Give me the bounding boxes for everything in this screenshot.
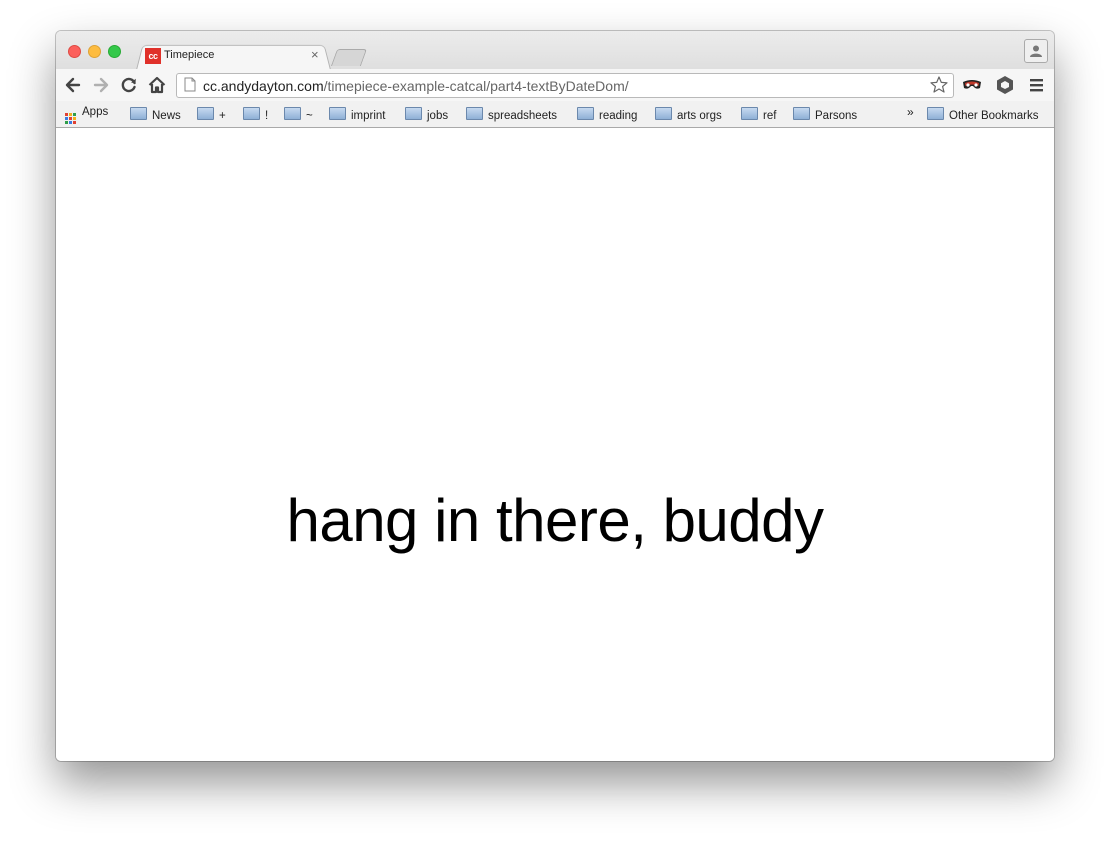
bookmark-folder[interactable]: imprint xyxy=(329,106,386,122)
maximize-window-button[interactable] xyxy=(108,45,121,58)
forward-icon[interactable] xyxy=(90,74,112,96)
bookmark-label: News xyxy=(152,110,181,122)
bookmark-folder[interactable]: spreadsheets xyxy=(466,106,557,122)
folder-icon xyxy=(655,107,672,120)
bookmark-apps[interactable]: Apps xyxy=(65,106,109,124)
bookmark-label: spreadsheets xyxy=(488,110,558,122)
apps-grid-icon xyxy=(65,113,76,124)
bookmark-label: arts orgs xyxy=(677,110,722,122)
bookmark-label: Apps xyxy=(82,106,109,118)
folder-icon xyxy=(130,107,147,120)
bookmark-folder[interactable]: ! xyxy=(243,106,268,122)
folder-icon xyxy=(741,107,758,120)
other-bookmarks-folder[interactable]: Other Bookmarks xyxy=(927,106,1038,122)
title-bar: cc Timepiece × cc.andydayton.com/timepie… xyxy=(56,31,1054,128)
page-content: hang in there, buddy xyxy=(56,128,1054,761)
bookmark-label: Other Bookmarks xyxy=(949,110,1039,122)
bookmark-label: jobs xyxy=(427,110,449,122)
toolbar: cc.andydayton.com/timepiece-example-catc… xyxy=(56,69,1054,101)
reload-icon[interactable] xyxy=(118,74,140,96)
folder-icon xyxy=(284,107,301,120)
folder-icon xyxy=(405,107,422,120)
bookmark-folder[interactable]: + xyxy=(197,106,226,122)
bookmarks-bar: Apps News + ! ~ imprint jobs spreadsheet… xyxy=(56,101,1054,127)
page-icon xyxy=(184,77,196,92)
page-message: hang in there, buddy xyxy=(286,487,824,554)
tab-title: Timepiece xyxy=(164,49,215,61)
bookmark-label: + xyxy=(219,110,226,122)
bookmark-label: imprint xyxy=(351,110,386,122)
favicon-icon: cc xyxy=(145,48,161,64)
bookmark-label: ! xyxy=(265,110,269,122)
back-icon[interactable] xyxy=(62,74,84,96)
bookmarks-overflow-button[interactable]: » xyxy=(907,105,914,119)
url-path: /timepiece-example-catcal/part4-textByDa… xyxy=(323,78,629,94)
bookmark-folder[interactable]: ~ xyxy=(284,106,313,122)
bookmark-folder[interactable]: reading xyxy=(577,106,637,122)
bookmark-folder[interactable]: ref xyxy=(741,106,776,122)
folder-icon xyxy=(329,107,346,120)
bookmark-folder[interactable]: arts orgs xyxy=(655,106,722,122)
bookmark-folder[interactable]: Parsons xyxy=(793,106,857,122)
menu-icon[interactable] xyxy=(1028,76,1046,94)
bookmark-folder[interactable]: jobs xyxy=(405,106,448,122)
mask-extension-icon[interactable] xyxy=(962,77,982,93)
folder-icon xyxy=(243,107,260,120)
star-icon[interactable] xyxy=(929,75,949,95)
profile-icon[interactable] xyxy=(1024,39,1048,63)
folder-icon xyxy=(197,107,214,120)
address-bar[interactable]: cc.andydayton.com/timepiece-example-catc… xyxy=(176,73,954,98)
folder-icon xyxy=(927,107,944,120)
folder-icon xyxy=(466,107,483,120)
bookmark-label: reading xyxy=(599,110,638,122)
bookmark-label: ref xyxy=(763,110,777,122)
tab-close-icon[interactable]: × xyxy=(311,47,319,62)
hexagon-extension-icon[interactable] xyxy=(995,75,1015,95)
browser-window: cc Timepiece × cc.andydayton.com/timepie… xyxy=(56,31,1054,761)
bookmark-label: ~ xyxy=(306,110,313,122)
new-tab-button[interactable] xyxy=(330,49,368,66)
close-window-button[interactable] xyxy=(68,45,81,58)
bookmark-folder[interactable]: News xyxy=(130,106,181,122)
url-text: cc.andydayton.com/timepiece-example-catc… xyxy=(203,78,629,94)
folder-icon xyxy=(793,107,810,120)
url-domain: cc.andydayton.com xyxy=(203,78,324,94)
tab-content: cc Timepiece × xyxy=(145,47,325,69)
folder-icon xyxy=(577,107,594,120)
home-icon[interactable] xyxy=(146,74,168,96)
bookmark-label: Parsons xyxy=(815,110,858,122)
minimize-window-button[interactable] xyxy=(88,45,101,58)
